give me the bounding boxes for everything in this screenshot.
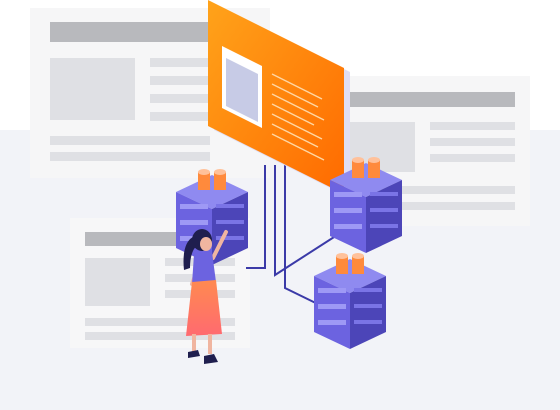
server-network-illustration — [0, 0, 560, 410]
illustration-scene — [0, 0, 560, 410]
